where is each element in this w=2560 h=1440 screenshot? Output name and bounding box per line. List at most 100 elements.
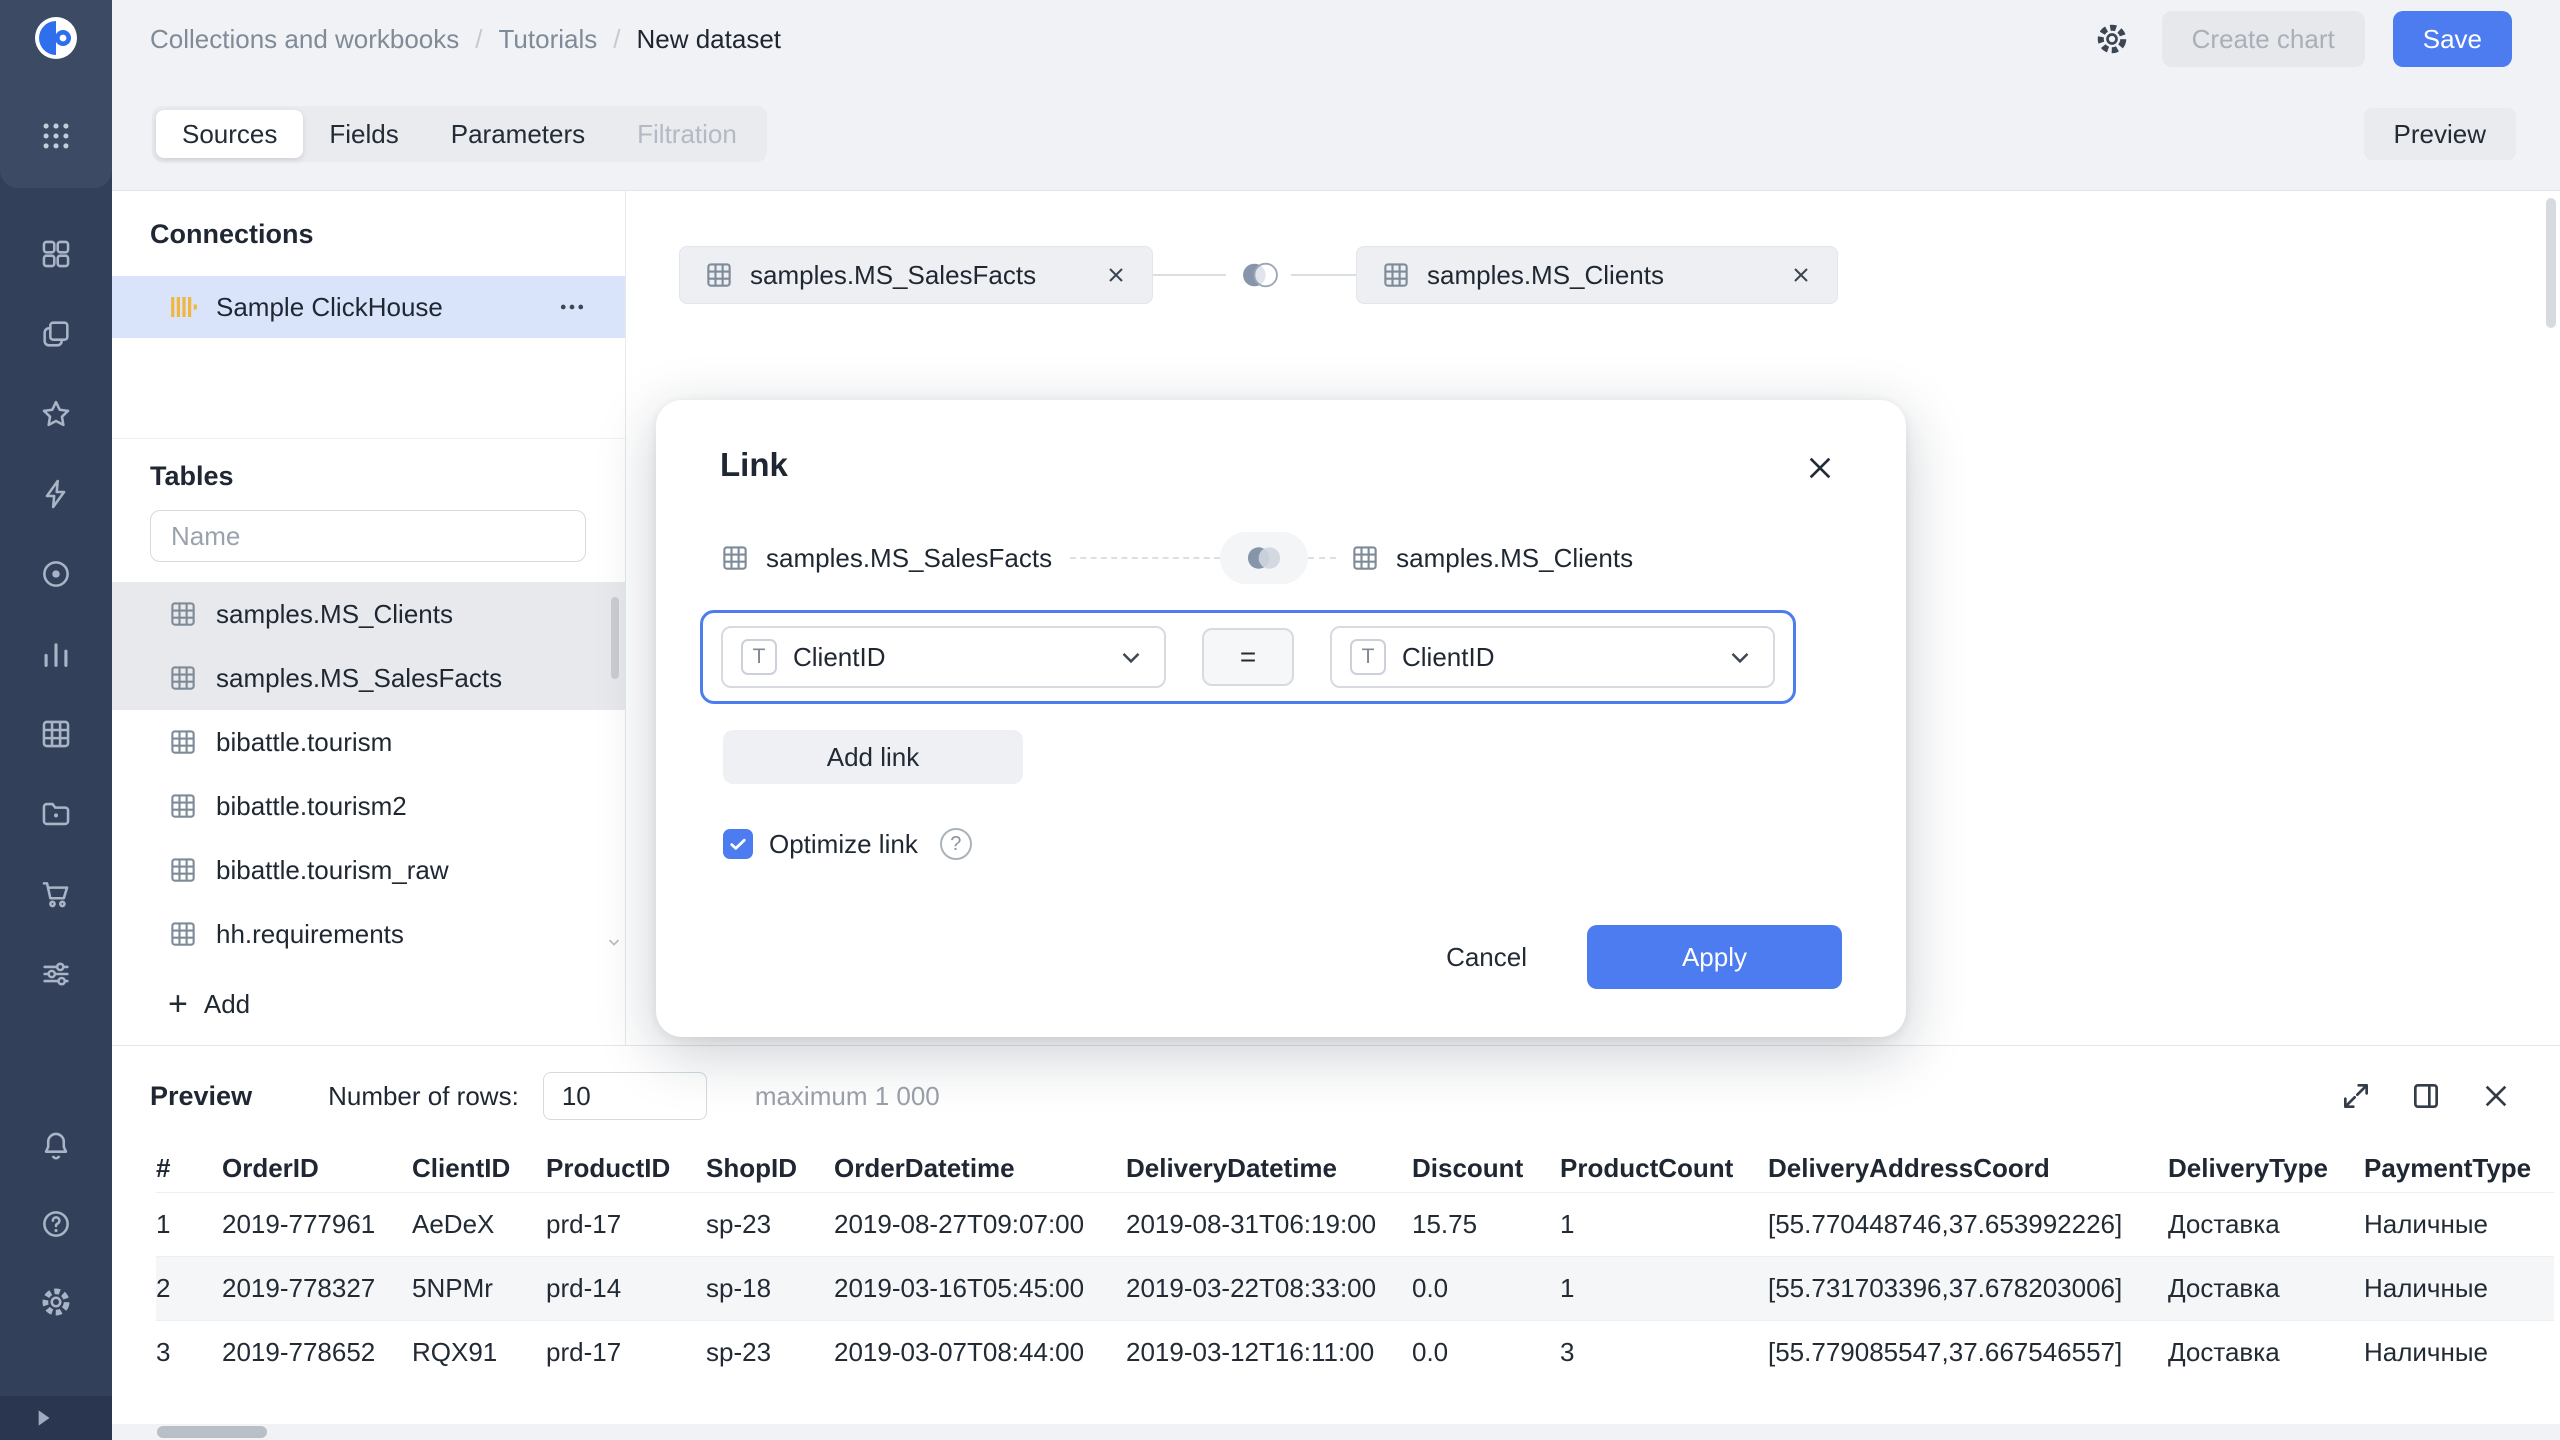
column-header: ShopID	[706, 1146, 834, 1192]
connection-name: Sample ClickHouse	[216, 292, 443, 323]
add-table-button[interactable]: + Add	[112, 978, 625, 1030]
sidebar-expand-button[interactable]	[0, 1396, 112, 1440]
table-cell: 2019-03-22T08:33:00	[1126, 1256, 1412, 1320]
table-cell: sp-23	[706, 1192, 834, 1256]
join-type-button[interactable]	[1220, 532, 1308, 584]
table-list-item[interactable]: hh.requirements	[112, 902, 625, 966]
favorites-star-icon[interactable]	[34, 392, 78, 436]
close-icon[interactable]	[1104, 263, 1128, 287]
horizontal-scrollbar-thumb[interactable]	[157, 1426, 267, 1438]
expand-icon[interactable]	[2336, 1076, 2376, 1116]
dashboards-icon[interactable]	[34, 232, 78, 276]
list-scrollbar-thumb[interactable]	[611, 597, 619, 679]
column-header: OrderID	[222, 1146, 412, 1192]
bell-icon[interactable]	[34, 1124, 78, 1168]
table-cell: 1	[1560, 1256, 1768, 1320]
create-chart-button[interactable]: Create chart	[2162, 11, 2365, 67]
bar-chart-icon[interactable]	[34, 632, 78, 676]
tables-title: Tables	[112, 461, 625, 492]
tab-parameters[interactable]: Parameters	[425, 110, 611, 158]
table-cell: Наличные	[2364, 1192, 2554, 1256]
table-row: 12019-777961AeDeXprd-17sp-232019-08-27T0…	[156, 1192, 2554, 1256]
right-field-select[interactable]: T ClientID	[1330, 626, 1775, 688]
cancel-button[interactable]: Cancel	[1410, 925, 1563, 989]
breadcrumb-item[interactable]: Tutorials	[499, 24, 598, 55]
table-cell: 3	[156, 1320, 222, 1384]
preview-title: Preview	[150, 1081, 252, 1112]
chevron-down-icon	[1116, 642, 1146, 672]
tab-filtration: Filtration	[611, 110, 763, 158]
connections-title: Connections	[112, 219, 625, 250]
lightning-icon[interactable]	[34, 472, 78, 516]
gear-icon[interactable]	[34, 1280, 78, 1324]
help-icon[interactable]	[34, 1202, 78, 1246]
save-button[interactable]: Save	[2393, 11, 2512, 67]
table-list-item[interactable]: samples.MS_Clients	[112, 582, 625, 646]
source-node-salesfacts[interactable]: samples.MS_SalesFacts	[679, 246, 1153, 304]
panel-divider	[112, 438, 625, 439]
data-table-icon[interactable]	[34, 712, 78, 756]
table-cell: 2019-778652	[222, 1320, 412, 1384]
horizontal-scrollbar	[112, 1424, 2560, 1440]
table-cell: Наличные	[2364, 1256, 2554, 1320]
layers-icon[interactable]	[34, 312, 78, 356]
ellipsis-menu-icon[interactable]	[557, 292, 587, 322]
add-link-button[interactable]: Add link	[723, 730, 1023, 784]
cart-icon[interactable]	[34, 872, 78, 916]
join-venn-icon[interactable]	[1226, 250, 1294, 300]
table-cell: [55.779085547,37.667546557]	[1768, 1320, 2168, 1384]
preview-header: Preview Number of rows: maximum 1 000	[112, 1046, 2560, 1146]
link-left-table: samples.MS_SalesFacts	[720, 543, 1052, 574]
sidebar-top-section	[0, 0, 112, 188]
breadcrumb-item[interactable]: Collections and workbooks	[150, 24, 459, 55]
close-icon[interactable]	[1789, 263, 1813, 287]
table-search-input[interactable]	[150, 510, 586, 562]
close-icon[interactable]	[2476, 1076, 2516, 1116]
join-connector-line	[1291, 274, 1357, 276]
tab-sources[interactable]: Sources	[156, 110, 303, 158]
table-cell: prd-17	[546, 1192, 706, 1256]
table-cell: Доставка	[2168, 1256, 2364, 1320]
join-connector-line	[1153, 274, 1229, 276]
question-icon[interactable]: ?	[940, 828, 972, 860]
optimize-link-row: Optimize link ?	[723, 828, 1842, 860]
table-cell: 3	[1560, 1320, 1768, 1384]
dataset-tabs: Sources Fields Parameters Filtration	[152, 106, 767, 162]
flows-sliders-icon[interactable]	[34, 952, 78, 996]
close-icon[interactable]	[1798, 446, 1842, 490]
settings-gear-icon[interactable]	[2090, 17, 2134, 61]
connection-item[interactable]: Sample ClickHouse	[112, 276, 625, 338]
datalens-logo[interactable]	[32, 14, 80, 62]
apply-button[interactable]: Apply	[1587, 925, 1842, 989]
table-cell: 2019-08-31T06:19:00	[1126, 1192, 1412, 1256]
table-cell: 2019-03-16T05:45:00	[834, 1256, 1126, 1320]
rows-count-input[interactable]	[543, 1072, 707, 1120]
column-header: DeliveryType	[2168, 1146, 2364, 1192]
left-field-select[interactable]: T ClientID	[721, 626, 1166, 688]
table-list-item[interactable]: samples.MS_SalesFacts	[112, 646, 625, 710]
table-cell: 0.0	[1412, 1256, 1560, 1320]
topbar-actions: Create chart Save	[2090, 11, 2512, 67]
left-panel: Connections Sample ClickHouse Tables sam…	[112, 191, 626, 1045]
preview-toggle-button[interactable]: Preview	[2364, 108, 2516, 160]
source-node-clients[interactable]: samples.MS_Clients	[1356, 246, 1838, 304]
window-scrollbar-thumb[interactable]	[2546, 198, 2556, 328]
table-list-item[interactable]: bibattle.tourism	[112, 710, 625, 774]
optimize-checkbox[interactable]	[723, 829, 753, 859]
table-icon	[168, 855, 198, 885]
target-icon[interactable]	[34, 552, 78, 596]
tab-fields[interactable]: Fields	[303, 110, 424, 158]
link-modal: Link samples.MS_SalesFacts samples.MS_Cl…	[656, 400, 1906, 1037]
table-cell: RQX91	[412, 1320, 546, 1384]
apps-grid-icon[interactable]	[34, 114, 78, 158]
split-view-icon[interactable]	[2406, 1076, 2446, 1116]
sidebar-bottom-stack	[34, 1124, 78, 1324]
table-icon	[168, 727, 198, 757]
table-list-item[interactable]: bibattle.tourism2	[112, 774, 625, 838]
storage-folder-icon[interactable]	[34, 792, 78, 836]
scroll-down-arrow-icon[interactable]	[605, 933, 623, 951]
link-condition-row: T ClientID = T ClientID	[700, 610, 1796, 704]
breadcrumb-separator: /	[475, 24, 482, 55]
operator-button[interactable]: =	[1202, 628, 1294, 686]
table-list-item[interactable]: bibattle.tourism_raw	[112, 838, 625, 902]
